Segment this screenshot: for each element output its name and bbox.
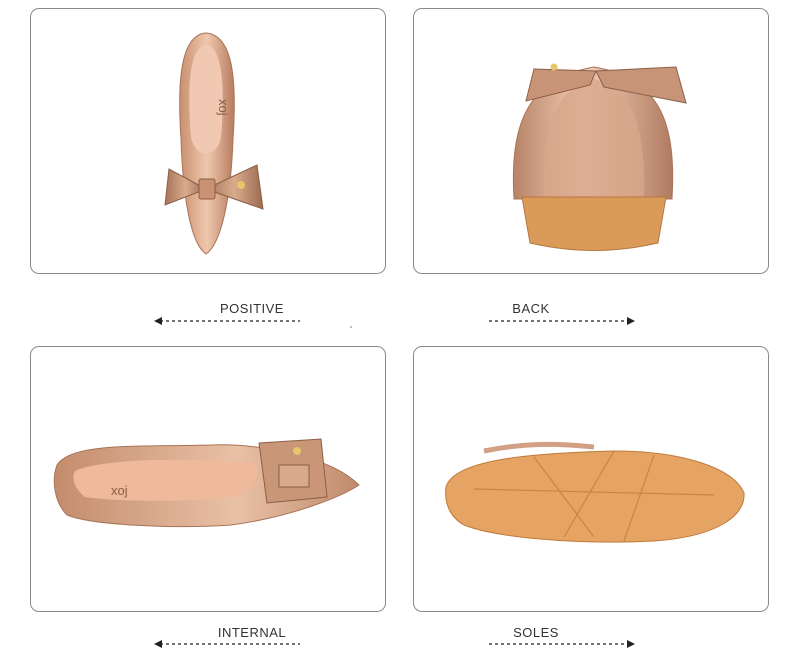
panel-label-positive: POSITIVE <box>220 301 284 316</box>
shoe-side-view-image: xoj <box>53 438 360 528</box>
insole-brand-text: xoj <box>111 483 128 498</box>
shoe-back-view-image <box>512 63 687 251</box>
photo-panel-internal: xoj <box>30 346 386 612</box>
shoe-top-view-image: xoj <box>164 32 264 255</box>
arrow-right-icon <box>487 638 635 650</box>
arrow-right-icon <box>487 315 635 327</box>
decorative-dot <box>350 326 352 328</box>
photo-panel-soles <box>413 346 769 612</box>
insole-brand-text: xoj <box>216 99 231 116</box>
photo-panel-back <box>413 8 769 274</box>
arrow-left-icon <box>154 315 302 327</box>
arrow-left-icon <box>154 638 302 650</box>
shoe-sole-view-image <box>445 441 745 543</box>
panel-label-back: BACK <box>512 301 550 316</box>
photo-panel-positive: xoj <box>30 8 386 274</box>
